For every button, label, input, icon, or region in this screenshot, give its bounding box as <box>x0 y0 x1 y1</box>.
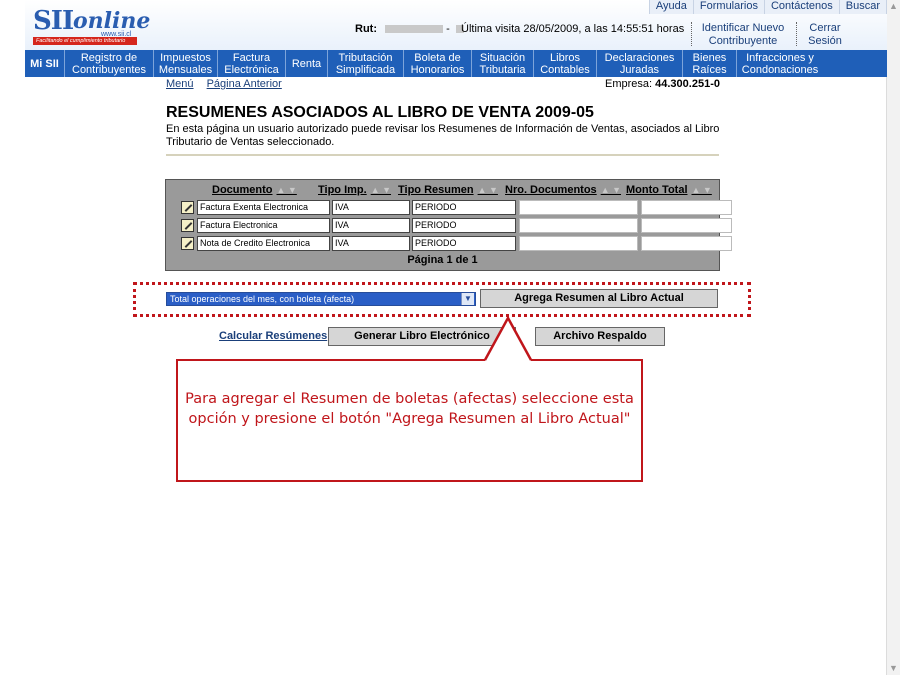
cell-tipo-resumen: PERIODO <box>412 236 516 251</box>
last-visit: Última visita 28/05/2009, a las 14:55:51… <box>461 23 685 35</box>
cell-documento: Factura Electronica <box>197 218 330 233</box>
cell-nro-documentos <box>519 200 638 215</box>
sort-icon[interactable]: ▲ ▼ <box>692 185 712 195</box>
empresa-label: Empresa: <box>605 78 653 90</box>
top-link-formularios[interactable]: Formularios <box>692 0 764 14</box>
vertical-scrollbar[interactable]: ▲ ▼ <box>886 0 900 675</box>
backup-file-button[interactable]: Archivo Respaldo <box>535 327 665 346</box>
header-label: Nro. Documentos <box>505 184 597 196</box>
header-label: Tipo Imp. <box>318 184 367 196</box>
nav-boleta-honorarios[interactable]: Boleta de Honorarios <box>404 50 472 77</box>
cell-tipo-imp: IVA <box>332 200 410 215</box>
scroll-down-icon[interactable]: ▼ <box>887 662 900 675</box>
top-links: Ayuda Formularios Contáctenos Buscar <box>648 0 887 15</box>
calculate-summaries-link[interactable]: Calcular Resúmenes <box>219 330 327 342</box>
nav-impuestos-mensuales[interactable]: Impuestos Mensuales <box>154 50 218 77</box>
cell-tipo-imp: IVA <box>332 236 410 251</box>
title-divider <box>166 154 719 156</box>
page-description: En esta página un usuario autorizado pue… <box>166 123 720 148</box>
sub-nav: Menú Página Anterior <box>166 78 292 90</box>
top-link-ayuda[interactable]: Ayuda <box>648 0 693 14</box>
logout-link[interactable]: Cerrar Sesión <box>800 22 850 48</box>
header-divider <box>796 22 797 46</box>
header-monto-total[interactable]: Monto Total ▲ ▼ <box>626 184 712 196</box>
header-nro-documentos[interactable]: Nro. Documentos ▲ ▼ <box>505 184 621 196</box>
header-tipo-imp[interactable]: Tipo Imp. ▲ ▼ <box>318 184 391 196</box>
rut-label: Rut: <box>355 23 377 35</box>
nav-mi-sii[interactable]: Mi SII <box>25 50 65 77</box>
select-value: Total operaciones del mes, con boleta (a… <box>170 294 355 304</box>
empresa-info: Empresa: 44.300.251-0 <box>605 78 720 90</box>
edit-icon[interactable] <box>181 219 194 232</box>
identify-new-taxpayer-link[interactable]: Identificar Nuevo Contribuyente <box>697 22 789 48</box>
summary-type-select[interactable]: Total operaciones del mes, con boleta (a… <box>166 292 476 306</box>
cell-nro-documentos <box>519 236 638 251</box>
callout-text: Para agregar el Resumen de boletas (afec… <box>185 391 634 427</box>
sii-online-logo[interactable]: SII online www.sii.cl Facilitando el cum… <box>33 6 150 46</box>
cell-tipo-resumen: PERIODO <box>412 200 516 215</box>
site-header: SII online www.sii.cl Facilitando el cum… <box>25 0 887 50</box>
sort-icon[interactable]: ▲ ▼ <box>601 185 621 195</box>
cell-monto-total <box>641 200 732 215</box>
sort-icon[interactable]: ▲ ▼ <box>277 185 297 195</box>
header-label: Tipo Resumen <box>398 184 474 196</box>
nav-registro-contribuyentes[interactable]: Registro de Contribuyentes <box>65 50 154 77</box>
nav-bienes-raices[interactable]: Bienes Raíces <box>683 50 737 77</box>
header-label: Monto Total <box>626 184 688 196</box>
header-tipo-resumen[interactable]: Tipo Resumen ▲ ▼ <box>398 184 498 196</box>
nav-renta[interactable]: Renta <box>286 50 328 77</box>
logo-tagline: Facilitando el cumplimiento tributario <box>33 37 137 45</box>
cell-tipo-resumen: PERIODO <box>412 218 516 233</box>
edit-icon[interactable] <box>181 201 194 214</box>
generate-book-button[interactable]: Generar Libro Electrónico <box>328 327 516 346</box>
chevron-down-icon[interactable]: ▼ <box>461 293 474 305</box>
cell-tipo-imp: IVA <box>332 218 410 233</box>
cell-nro-documentos <box>519 218 638 233</box>
cell-monto-total <box>641 218 732 233</box>
header-documento[interactable]: Documento ▲ ▼ <box>212 184 297 196</box>
instruction-callout: Para agregar el Resumen de boletas (afec… <box>176 359 643 482</box>
nav-infracciones-condonaciones[interactable]: Infracciones y Condonaciones <box>737 50 823 77</box>
nav-libros-contables[interactable]: Libros Contables <box>534 50 597 77</box>
edit-icon[interactable] <box>181 237 194 250</box>
scroll-up-icon[interactable]: ▲ <box>887 0 900 13</box>
header-label: Documento <box>212 184 273 196</box>
menu-link[interactable]: Menú <box>166 78 194 90</box>
cell-documento: Nota de Credito Electronica <box>197 236 330 251</box>
cell-monto-total <box>641 236 732 251</box>
sort-icon[interactable]: ▲ ▼ <box>478 185 498 195</box>
top-link-contactenos[interactable]: Contáctenos <box>763 0 839 14</box>
rut-info: Rut: - <box>355 23 464 35</box>
sort-icon[interactable]: ▲ ▼ <box>371 185 391 195</box>
header-divider <box>691 22 692 46</box>
rut-dash: - <box>446 23 450 35</box>
empresa-value: 44.300.251-0 <box>655 78 720 90</box>
previous-page-link[interactable]: Página Anterior <box>207 78 282 90</box>
pagination-label: Página 1 de 1 <box>407 254 478 266</box>
summaries-table: Documento ▲ ▼ Tipo Imp. ▲ ▼ Tipo Resumen ▲ … <box>165 179 732 271</box>
main-nav: Mi SII Registro de Contribuyentes Impues… <box>25 50 887 77</box>
logo-sii-text: SII <box>33 6 74 36</box>
page-title: RESUMENES ASOCIADOS AL LIBRO DE VENTA 20… <box>166 104 594 121</box>
nav-factura-electronica[interactable]: Factura Electrónica <box>218 50 286 77</box>
nav-declaraciones-juradas[interactable]: Declaraciones Juradas <box>597 50 683 77</box>
cell-documento: Factura Exenta Electronica <box>197 200 330 215</box>
top-link-buscar[interactable]: Buscar <box>838 0 887 14</box>
nav-tributacion-simplificada[interactable]: Tributación Simplificada <box>328 50 404 77</box>
add-summary-button[interactable]: Agrega Resumen al Libro Actual <box>480 289 718 308</box>
nav-situacion-tributaria[interactable]: Situación Tributaria <box>472 50 534 77</box>
rut-redacted <box>385 25 443 34</box>
